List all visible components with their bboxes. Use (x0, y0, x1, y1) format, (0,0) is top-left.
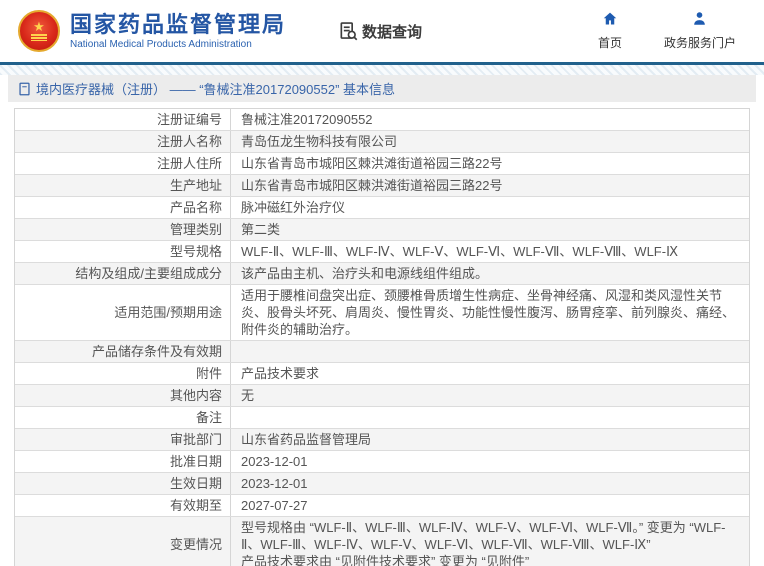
row-value-line: 产品技术要求由 “见附件技术要求” 变更为 “见附件” (241, 554, 530, 566)
row-value: 2023-12-01 (241, 476, 308, 491)
table-row: 批准日期 2023-12-01 (15, 451, 749, 473)
row-label: 审批部门 (15, 429, 231, 450)
row-value: 该产品由主机、治疗头和电源线组件组成。 (241, 266, 489, 281)
row-label: 管理类别 (15, 219, 231, 240)
nav-gov-portal-label: 政务服务门户 (663, 36, 736, 50)
row-label: 型号规格 (15, 241, 231, 262)
row-label: 变更情况 (15, 517, 231, 566)
site-header: ★ 国家药品监督管理局 National Medical Products Ad… (0, 0, 764, 62)
row-value: 2023-12-01 (241, 454, 308, 469)
row-value: 鲁械注准20172090552 (241, 112, 373, 127)
row-value-line: 型号规格由 “WLF-Ⅱ、WLF-Ⅲ、WLF-Ⅳ、WLF-Ⅴ、WLF-Ⅵ、WLF… (241, 520, 726, 552)
row-label: 生效日期 (15, 473, 231, 494)
row-value: WLF-Ⅱ、WLF-Ⅲ、WLF-Ⅳ、WLF-Ⅴ、WLF-Ⅵ、WLF-Ⅶ、WLF-… (241, 244, 679, 259)
row-label: 批准日期 (15, 451, 231, 472)
row-value: 无 (241, 388, 255, 403)
table-row: 管理类别 第二类 (15, 219, 749, 241)
emblem-gate-icon (31, 34, 47, 41)
row-label: 产品储存条件及有效期 (15, 341, 231, 362)
brand-subtitle: National Medical Products Administration (70, 38, 252, 50)
info-table: 注册证编号 鲁械注准20172090552 注册人名称 青岛伍龙生物科技有限公司 注册人… (14, 108, 750, 566)
nav-home-label: 首页 (597, 36, 622, 50)
content-zone: 境内医疗器械（注册） —— “鲁械注准20172090552” 基本信息 注册证… (0, 75, 764, 566)
row-label: 生产地址 (15, 175, 231, 196)
table-row: 附件 产品技术要求 (15, 363, 749, 385)
brand-block: 国家药品监督管理局 National Medical Products Admi… (70, 11, 287, 50)
table-row: 其他内容无 (15, 385, 749, 407)
row-label: 附件 (15, 363, 231, 384)
row-label: 其他内容 (15, 385, 231, 406)
row-label: 注册人名称 (15, 131, 231, 152)
row-value (231, 407, 749, 428)
breadcrumb-text: 境内医疗器械（注册） —— “鲁械注准20172090552” 基本信息 (36, 82, 396, 97)
data-query-tab[interactable]: 数据查询 (338, 21, 422, 42)
emblem-star-icon: ★ (33, 19, 45, 34)
row-value: 山东省青岛市城阳区棘洪滩街道裕园三路22号 (241, 156, 503, 171)
row-value: 型号规格由 “WLF-Ⅱ、WLF-Ⅲ、WLF-Ⅳ、WLF-Ⅴ、WLF-Ⅵ、WLF… (231, 517, 749, 566)
table-row: 备注 (15, 407, 749, 429)
table-row: 变更情况 型号规格由 “WLF-Ⅱ、WLF-Ⅲ、WLF-Ⅳ、WLF-Ⅴ、WLF-Ⅵ… (15, 517, 749, 566)
nav-home[interactable]: 首页 (598, 11, 622, 51)
row-label: 注册证编号 (15, 109, 231, 130)
doc-search-icon (338, 21, 358, 41)
row-value (231, 341, 749, 362)
table-row: 注册人住所 山东省青岛市城阳区棘洪滩街道裕园三路22号 (15, 153, 749, 175)
row-label: 结构及组成/主要组成成分 (15, 263, 231, 284)
table-row: 注册人名称 青岛伍龙生物科技有限公司 (15, 131, 749, 153)
row-label: 备注 (15, 407, 231, 428)
hatched-strip (0, 65, 764, 75)
table-row: 产品储存条件及有效期 (15, 341, 749, 363)
table-row: 注册证编号 鲁械注准20172090552 (15, 109, 749, 131)
document-icon (18, 82, 31, 96)
row-value: 2027-07-27 (241, 498, 308, 513)
table-row: 产品名称 脉冲磁红外治疗仪 (15, 197, 749, 219)
row-label: 产品名称 (15, 197, 231, 218)
row-value: 适用于腰椎间盘突出症、颈腰椎骨质增生性病症、坐骨神经痛、风湿和类风湿性关节炎、股… (241, 288, 736, 337)
home-icon (602, 11, 618, 31)
table-row: 生效日期 2023-12-01 (15, 473, 749, 495)
nmpa-emblem-logo: ★ (18, 10, 60, 52)
row-label: 适用范围/预期用途 (15, 285, 231, 340)
table-row: 适用范围/预期用途 适用于腰椎间盘突出症、颈腰椎骨质增生性病症、坐骨神经痛、风湿和… (15, 285, 749, 341)
person-icon (692, 11, 707, 31)
row-value: 脉冲磁红外治疗仪 (241, 200, 346, 215)
row-value: 山东省青岛市城阳区棘洪滩街道裕园三路22号 (241, 178, 503, 193)
table-row: 有效期至 2027-07-27 (15, 495, 749, 517)
table-row: 审批部门 山东省药品监督管理局 (15, 429, 749, 451)
nav-gov-portal[interactable]: 政务服务门户 (664, 11, 736, 51)
row-label: 注册人住所 (15, 153, 231, 174)
table-row: 结构及组成/主要组成成分 该产品由主机、治疗头和电源线组件组成。 (15, 263, 749, 285)
row-value: 产品技术要求 (241, 366, 320, 381)
row-value: 第二类 (241, 222, 281, 237)
table-row: 型号规格 WLF-Ⅱ、WLF-Ⅲ、WLF-Ⅳ、WLF-Ⅴ、WLF-Ⅵ、WLF-Ⅶ、… (15, 241, 749, 263)
detail-panel: 境内医疗器械（注册） —— “鲁械注准20172090552” 基本信息 注册证… (8, 75, 756, 566)
row-value: 山东省药品监督管理局 (241, 432, 372, 447)
row-value: 青岛伍龙生物科技有限公司 (241, 134, 398, 149)
table-row: 生产地址 山东省青岛市城阳区棘洪滩街道裕园三路22号 (15, 175, 749, 197)
brand-title: 国家药品监督管理局 (70, 11, 287, 37)
data-query-label: 数据查询 (362, 23, 423, 41)
row-label: 有效期至 (15, 495, 231, 516)
breadcrumb: 境内医疗器械（注册） —— “鲁械注准20172090552” 基本信息 (8, 75, 756, 102)
